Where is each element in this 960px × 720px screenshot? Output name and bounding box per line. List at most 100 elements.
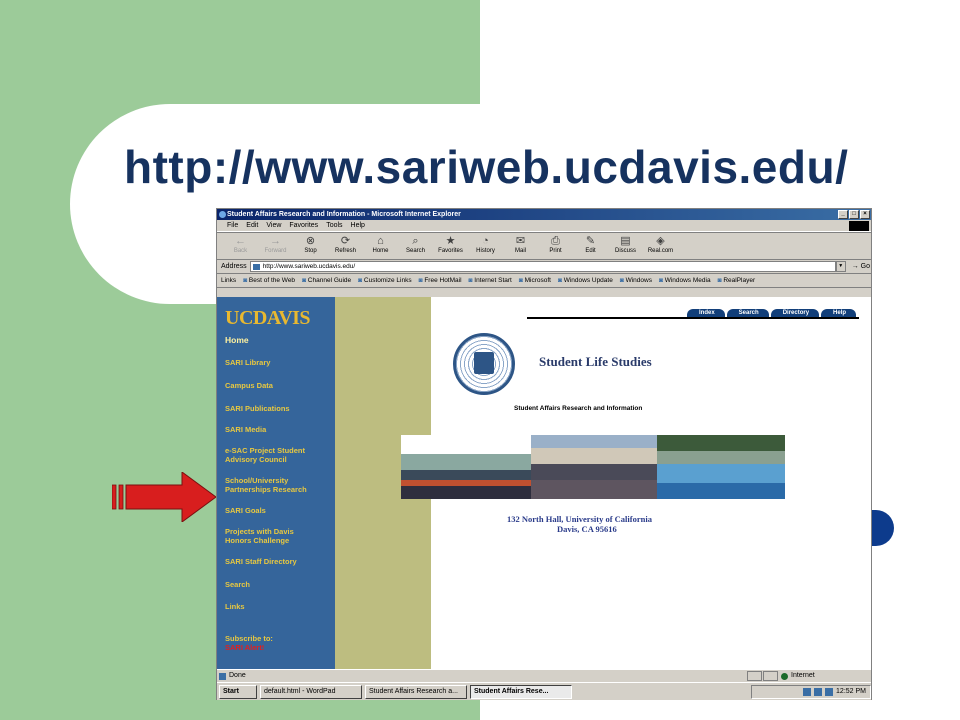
nav-search[interactable]: Search [225,580,335,589]
stop-icon: ⊗ [305,235,316,247]
refresh-button[interactable]: ⟳ Refresh [328,233,363,259]
stop-button[interactable]: ⊗ Stop [293,233,328,259]
university-seal-icon [453,333,515,395]
status-cell [747,670,762,681]
back-button[interactable]: ← Back [223,233,258,259]
tab-directory[interactable]: Directory [770,309,820,317]
windows-taskbar: Start default.html - WordPad Student Aff… [217,682,871,700]
windows-logo-icon [849,221,869,231]
mail-button[interactable]: ✉ Mail [503,233,538,259]
status-bar: Done Internet [217,669,871,681]
nav-home[interactable]: Home [225,336,335,345]
print-icon: ⎙ [551,235,560,247]
address-line-2: Davis, CA 95616 [557,524,617,534]
sari-alert-link[interactable]: SARI Alert! [225,643,273,652]
favorites-button[interactable]: ★ Favorites [433,233,468,259]
slide-title: http://www.sariweb.ucdavis.edu/ [124,141,849,193]
page-subheading: Student Affairs Research and Information [514,405,643,412]
menu-tools[interactable]: Tools [326,220,342,231]
menu-edit[interactable]: Edit [246,220,258,231]
menu-help[interactable]: Help [351,220,365,231]
ucdavis-logo[interactable]: UCDAVIS [225,307,335,330]
back-icon: ← [235,235,246,247]
menu-file[interactable]: File [227,220,238,231]
page-heading: Student Life Studies [539,354,652,369]
tab-help[interactable]: Help [821,309,857,317]
status-cell [763,670,778,681]
photo-crowd-plaza [401,435,531,499]
task-ie-2[interactable]: Student Affairs Rese... [470,684,572,699]
link-free-hotmail[interactable]: Free HotMail [419,277,461,284]
page-main: Index Search Directory Help Student Life… [401,297,871,669]
link-best-of-web[interactable]: Best of the Web [243,277,295,284]
discuss-button[interactable]: ▤ Discuss [608,233,643,259]
clock: 12:52 PM [836,688,866,695]
subscribe-block: Subscribe to: SARI Alert! [225,634,273,652]
nav-sari-library[interactable]: SARI Library [225,358,335,367]
nav-partnerships-research[interactable]: School/University Partnerships Research [225,476,325,494]
maximize-button[interactable]: □ [849,210,859,219]
nav-campus-data[interactable]: Campus Data [225,381,335,390]
link-windows-media[interactable]: Windows Media [659,277,711,284]
link-microsoft[interactable]: Microsoft [519,277,551,284]
minimize-button[interactable]: _ [838,210,848,219]
links-bar: Links Best of the Web Channel Guide Cust… [217,274,871,288]
window-titlebar[interactable]: Student Affairs Research and Information… [217,209,871,220]
photo-students-table [657,435,785,499]
link-channel-guide[interactable]: Channel Guide [302,277,351,284]
realcom-icon: ◈ [656,235,665,247]
history-icon: ◔ [482,235,489,247]
realcom-button[interactable]: ◈ Real.com [643,233,678,259]
menu-view[interactable]: View [266,220,281,231]
blue-bullet-decoration [870,510,894,546]
address-dropdown-icon[interactable]: ▼ [835,261,846,272]
edit-button[interactable]: ✎ Edit [573,233,608,259]
link-internet-start[interactable]: Internet Start [469,277,512,284]
subscribe-label: Subscribe to: [225,634,273,643]
forward-icon: → [270,235,281,247]
nav-esac-project[interactable]: e-SAC Project Student Advisory Council [225,446,335,464]
nav-sari-media[interactable]: SARI Media [225,425,335,434]
link-customize-links[interactable]: Customize Links [358,277,412,284]
print-button[interactable]: ⎙ Print [538,233,573,259]
go-button[interactable]: → Go [852,263,870,270]
discuss-icon: ▤ [620,235,631,247]
link-realplayer[interactable]: RealPlayer [718,277,755,284]
nav-sari-publications[interactable]: SARI Publications [225,404,335,413]
link-windows-update[interactable]: Windows Update [558,277,613,284]
home-icon: ⌂ [377,235,384,247]
refresh-icon: ⟳ [340,235,351,247]
mail-icon: ✉ [515,235,526,247]
site-sidebar: UCDAVIS Home SARI Library Campus Data SA… [217,297,335,669]
tab-index[interactable]: Index [687,309,725,317]
nav-staff-directory[interactable]: SARI Staff Directory [225,557,335,566]
start-button[interactable]: Start [219,684,257,699]
tray-icon[interactable] [825,687,834,696]
nav-links[interactable]: Links [225,602,335,611]
menu-favorites[interactable]: Favorites [289,220,318,231]
forward-button[interactable]: → Forward [258,233,293,259]
red-arrow-icon [112,472,216,522]
address-label: Address [221,263,247,270]
photo-strip [401,435,789,499]
system-tray: 12:52 PM [751,684,871,699]
link-windows[interactable]: Windows [620,277,652,284]
tab-search[interactable]: Search [726,309,769,317]
nav-honors-challenge[interactable]: Projects with Davis Honors Challenge [225,527,315,545]
address-input[interactable]: http://www.sariweb.ucdavis.edu/ [249,261,836,272]
favorites-icon: ★ [445,235,456,247]
site-tabs: Index Search Directory Help [687,309,857,317]
task-ie-1[interactable]: Student Affairs Research a... [365,684,467,699]
history-button[interactable]: ◔ History [468,233,503,259]
home-button[interactable]: ⌂ Home [363,233,398,259]
address-bar: Address http://www.sariweb.ucdavis.edu/ … [217,260,871,274]
close-button[interactable]: × [860,210,870,219]
address-line-1: 132 North Hall, University of California [507,514,652,524]
search-button[interactable]: ⌕ Search [398,233,433,259]
task-wordpad[interactable]: default.html - WordPad [260,684,362,699]
web-page: UCDAVIS Home SARI Library Campus Data SA… [217,297,871,669]
tray-icon[interactable] [814,687,823,696]
nav-sari-goals[interactable]: SARI Goals [225,506,335,515]
ie-icon [219,211,226,218]
tray-icon[interactable] [803,687,812,696]
